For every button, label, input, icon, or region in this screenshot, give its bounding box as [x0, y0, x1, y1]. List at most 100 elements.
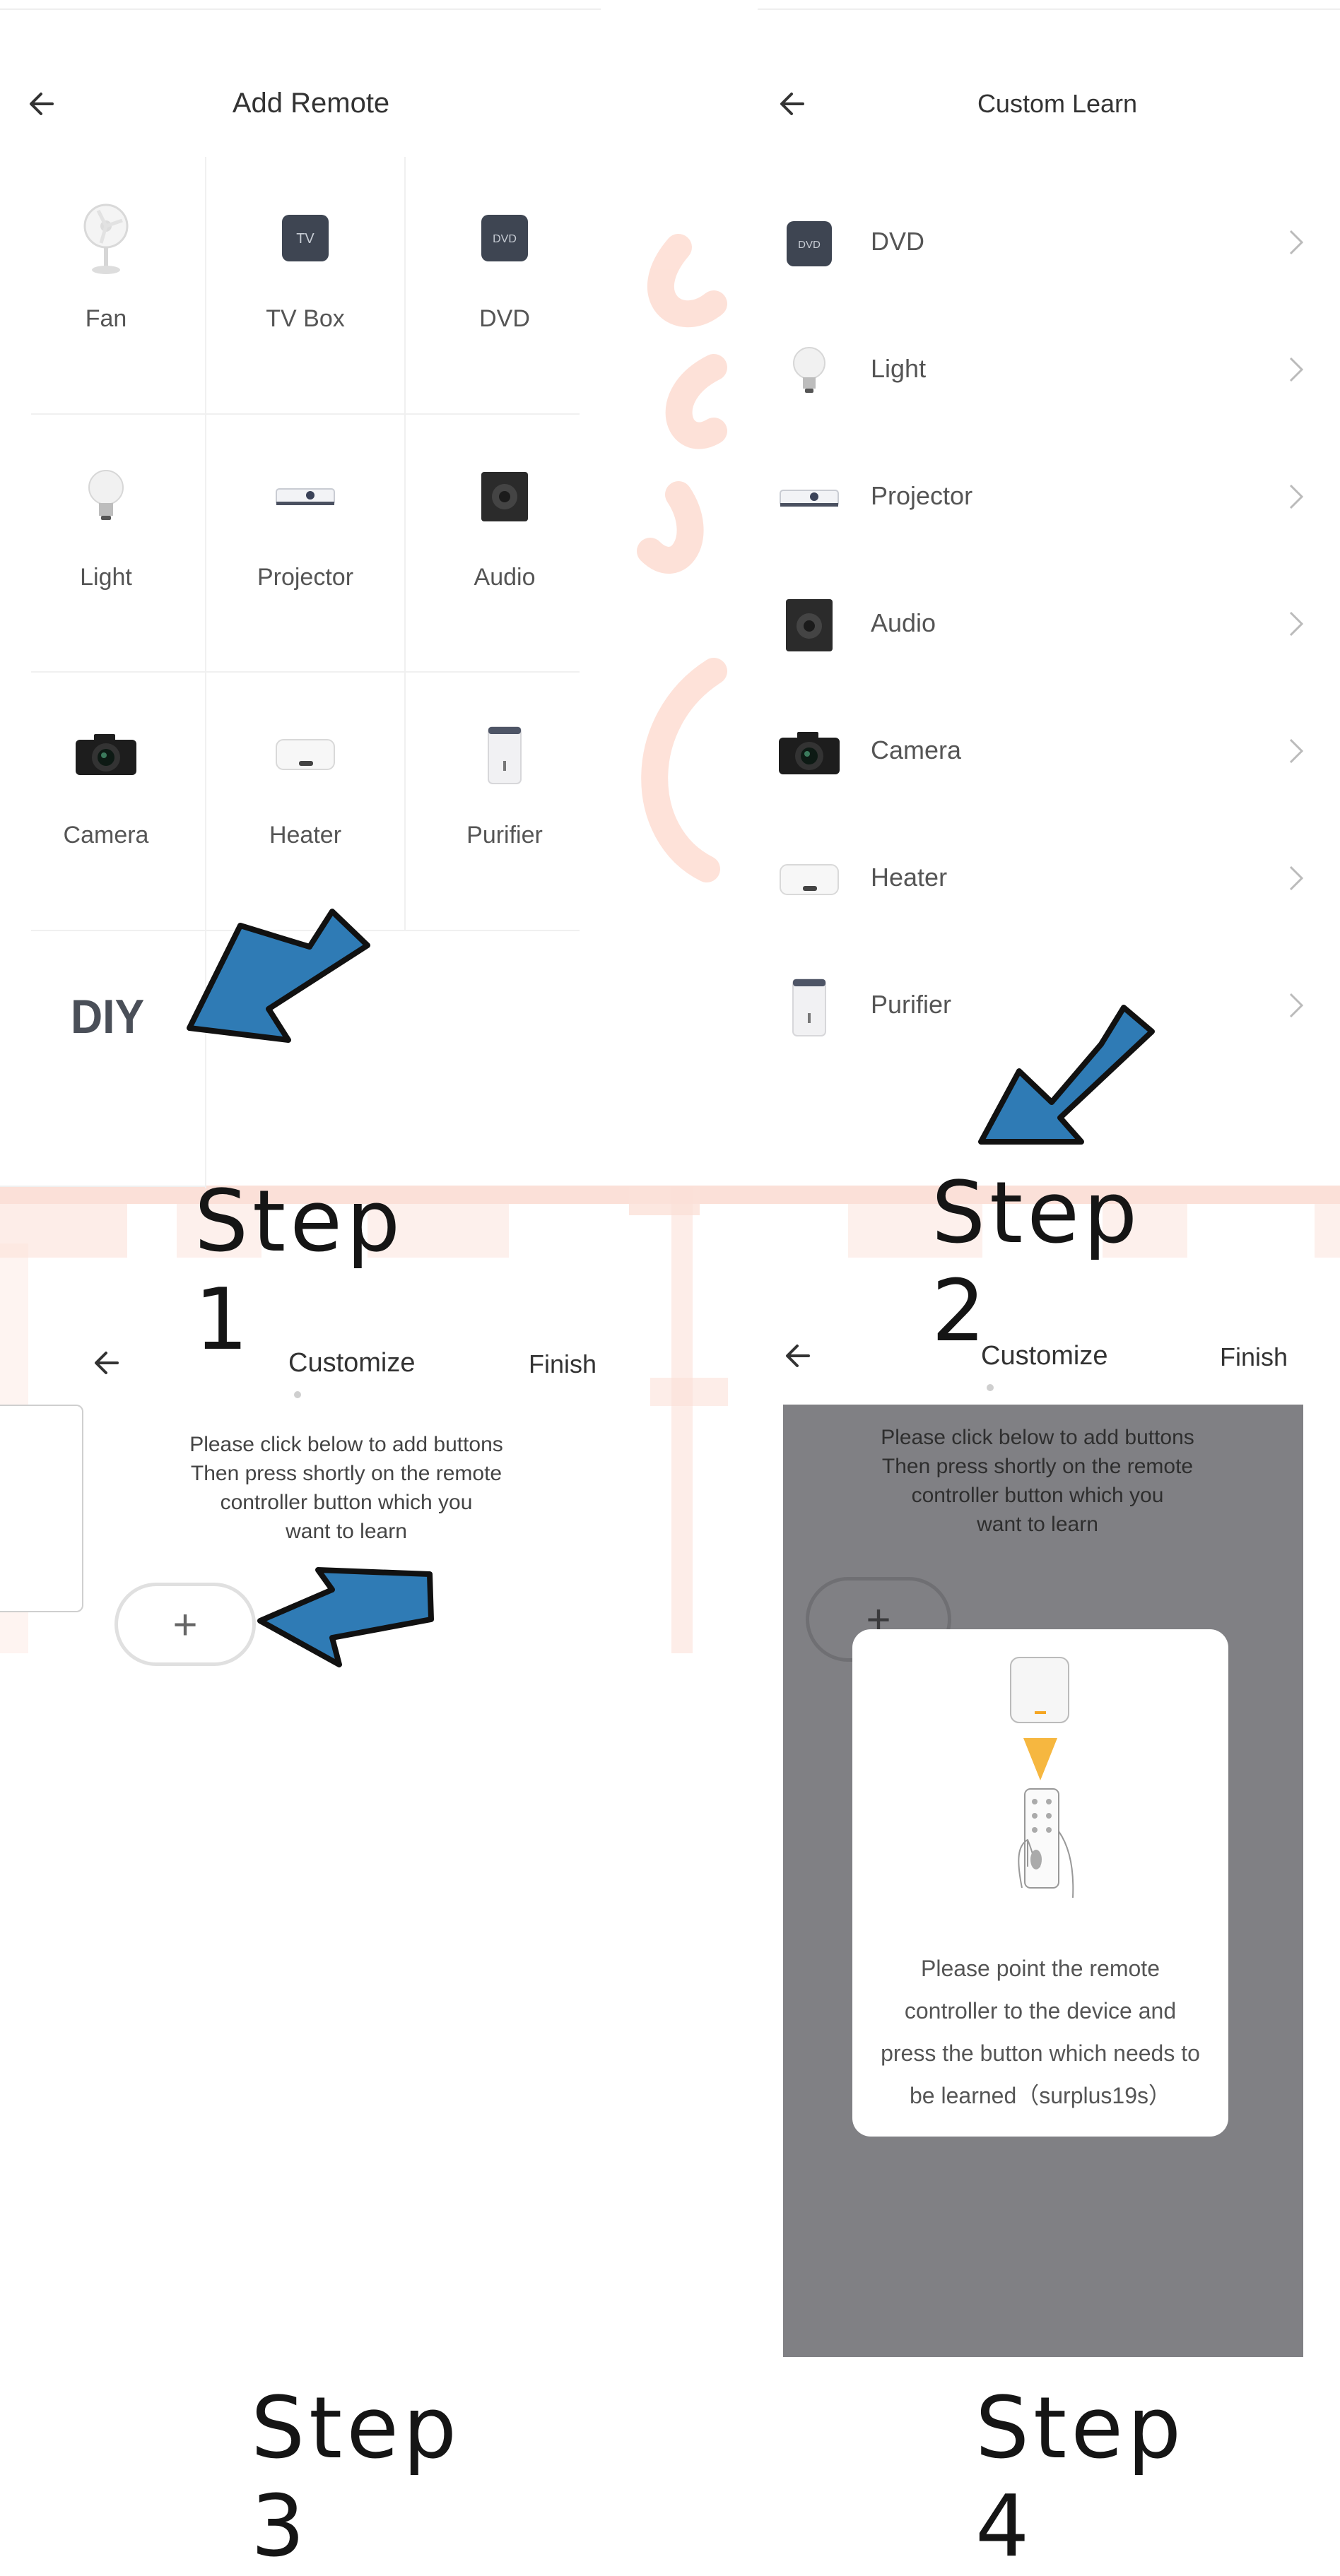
projector-icon	[780, 490, 839, 507]
list-item-projector[interactable]: Projector	[777, 435, 1315, 562]
title-text: Customize	[981, 1341, 1108, 1371]
heater-icon	[780, 864, 839, 895]
device-tile-heater[interactable]: Heater	[206, 673, 404, 930]
heater-icon	[276, 739, 335, 770]
fan-icon	[83, 203, 129, 274]
dialog-line: controller to the device and	[904, 1998, 1177, 2023]
dialog-line: Please point the remote	[921, 1956, 1160, 1981]
add-button[interactable]: +	[114, 1583, 256, 1666]
device-tile-projector[interactable]: Projector	[206, 415, 404, 673]
top-divider	[758, 8, 1340, 10]
instruction-line: Then press shortly on the remote	[881, 1455, 1194, 1478]
chevron-right-icon	[1289, 484, 1304, 509]
device-label: Heater	[269, 822, 342, 849]
page-title: Custom Learn	[977, 89, 1138, 118]
device-tile-dvd[interactable]: DVD DVD	[406, 157, 604, 414]
device-label: Purifier	[466, 822, 543, 849]
device-label: Fan	[85, 305, 127, 332]
device-tile-light[interactable]: Light	[7, 415, 205, 673]
back-arrow-icon[interactable]	[775, 85, 813, 123]
light-bulb-icon	[793, 347, 825, 393]
list-item-light[interactable]: Light	[777, 307, 1315, 435]
step-caption: Step 4	[975, 2380, 1186, 2576]
back-arrow-icon[interactable]	[24, 85, 62, 123]
chevron-right-icon	[1289, 993, 1304, 1018]
instruction-line: Please click below to add buttons	[189, 1433, 503, 1456]
device-label: Projector	[257, 564, 354, 591]
pointer-arrow-icon	[257, 1567, 434, 1667]
tv-box-icon: TV	[282, 215, 329, 261]
status-dot	[987, 1383, 994, 1391]
projector-icon	[276, 488, 335, 505]
list-item-label: Audio	[871, 608, 936, 637]
device-label: DVD	[479, 305, 530, 332]
chevron-right-icon	[1289, 738, 1304, 764]
page-title: Customize	[288, 1348, 416, 1409]
page-title: Customize	[981, 1341, 1108, 1402]
list-item-dvd[interactable]: DVD DVD	[777, 180, 1315, 307]
instruction-line: controller button which you	[911, 1484, 1164, 1507]
purifier-icon	[488, 726, 522, 784]
device-tile-tv-box[interactable]: TV TV Box	[206, 157, 404, 414]
back-arrow-icon[interactable]	[780, 1337, 818, 1375]
dvd-icon: DVD	[481, 215, 528, 261]
device-tile-camera[interactable]: Camera	[7, 673, 205, 930]
camera-icon	[779, 732, 840, 774]
dialog-message: Please point the remote controller to th…	[866, 1947, 1214, 2117]
list-item-label: Purifier	[871, 990, 952, 1019]
chevron-right-icon	[1289, 357, 1304, 382]
device-label: Audio	[474, 564, 536, 591]
purifier-icon	[792, 979, 826, 1036]
device-tile-audio[interactable]: Audio	[406, 415, 604, 673]
instructions: Please click below to add buttons Then p…	[163, 1430, 530, 1546]
instruction-line: controller button which you	[220, 1491, 473, 1514]
status-dot	[294, 1390, 301, 1398]
dialog-line: be learned（surplus19s）	[910, 2083, 1171, 2108]
learn-dialog: Please point the remote controller to th…	[852, 1629, 1228, 2137]
instruction-line: Then press shortly on the remote	[190, 1462, 502, 1485]
finish-button[interactable]: Finish	[1220, 1342, 1288, 1372]
chevron-right-icon	[1289, 230, 1304, 255]
speaker-icon	[786, 599, 833, 651]
grid-divider	[0, 1186, 205, 1187]
back-arrow-icon[interactable]	[89, 1344, 127, 1382]
list-item-label: Heater	[871, 863, 948, 892]
instruction-line: want to learn	[977, 1513, 1098, 1536]
svg-text:DVD: DVD	[493, 233, 517, 245]
device-tile-fan[interactable]: Fan	[7, 157, 205, 414]
list-item-label: Camera	[871, 735, 962, 764]
step-caption: Step 3	[251, 2380, 462, 2576]
speaker-icon	[481, 472, 528, 521]
device-label: Camera	[63, 822, 149, 849]
step-caption: Step 2	[931, 1164, 1142, 1361]
page-title: Add Remote	[232, 88, 390, 119]
remote-pointing-illustration	[1010, 1657, 1074, 1898]
camera-icon	[76, 734, 136, 775]
list-item-audio[interactable]: Audio	[777, 562, 1315, 689]
dvd-icon: DVD	[787, 221, 832, 266]
instructions: Please click below to add buttons Then p…	[854, 1423, 1221, 1539]
dialog-line: press the button which needs to	[881, 2040, 1200, 2066]
title-text: Customize	[288, 1348, 416, 1378]
list-item-label: DVD	[871, 227, 925, 256]
list-item-label: Projector	[871, 481, 973, 510]
svg-text:TV: TV	[296, 231, 315, 247]
top-divider	[0, 8, 601, 10]
instruction-line: Please click below to add buttons	[881, 1426, 1194, 1449]
instruction-line: want to learn	[286, 1520, 407, 1543]
svg-text:DVD: DVD	[798, 239, 821, 251]
diy-tile[interactable]: DIY	[71, 989, 144, 1044]
chevron-right-icon	[1289, 611, 1304, 637]
device-tile-purifier[interactable]: Purifier	[406, 673, 604, 930]
side-card	[0, 1405, 83, 1612]
pointer-arrow-icon	[187, 909, 370, 1043]
device-label: TV Box	[266, 305, 345, 332]
list-item-camera[interactable]: Camera	[777, 689, 1315, 816]
list-item-heater[interactable]: Heater	[777, 816, 1315, 943]
list-item-label: Light	[871, 354, 927, 383]
pointer-arrow-icon	[978, 1005, 1155, 1145]
chevron-right-icon	[1289, 865, 1304, 891]
finish-button[interactable]: Finish	[529, 1349, 596, 1379]
device-label: Light	[80, 564, 132, 591]
step-caption: Step 1	[194, 1173, 405, 1369]
